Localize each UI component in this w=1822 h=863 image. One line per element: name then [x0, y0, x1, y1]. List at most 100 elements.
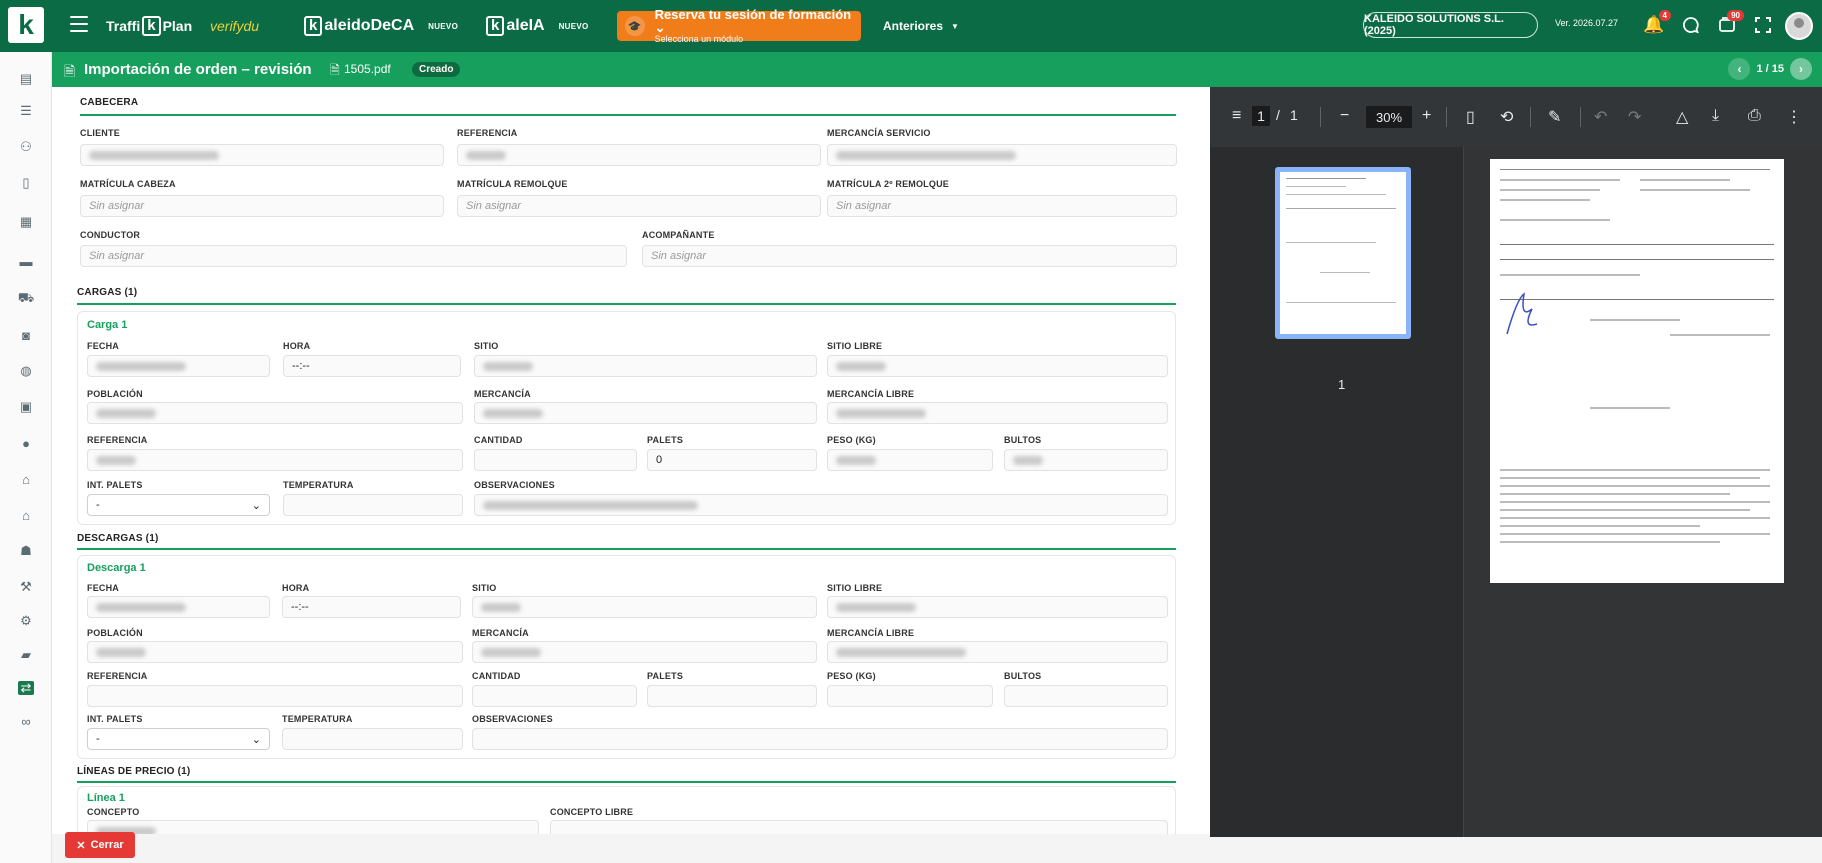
matricula-cabeza-field[interactable]: Sin asignar: [80, 195, 444, 217]
mercancia-field[interactable]: [474, 402, 817, 424]
avatar[interactable]: [1785, 12, 1813, 40]
sitio-libre-field[interactable]: [827, 355, 1168, 377]
import-active-icon[interactable]: ⇄: [18, 680, 34, 695]
folder-icon[interactable]: ▬: [18, 254, 34, 269]
cantidad-field[interactable]: [472, 685, 637, 707]
close-button[interactable]: ✕ Cerrar: [65, 832, 135, 858]
next-record-button[interactable]: ›: [1790, 58, 1812, 80]
sitio-field[interactable]: [474, 355, 817, 377]
users-icon[interactable]: ●: [18, 436, 34, 451]
mercancia-servicio-field[interactable]: [827, 144, 1177, 166]
page-line: [1500, 485, 1770, 487]
coins-icon[interactable]: ◍: [18, 363, 34, 378]
hamburger-icon[interactable]: [70, 16, 88, 32]
document-icon[interactable]: ▯: [18, 175, 34, 190]
print-icon[interactable]: ⎙: [1748, 107, 1761, 125]
zoom-in-icon[interactable]: +: [1422, 107, 1431, 125]
acompanante-field[interactable]: Sin asignar: [642, 245, 1177, 267]
int-palets-label: INT. PALETS: [87, 480, 143, 490]
warehouse-icon[interactable]: ⌂: [18, 472, 34, 487]
list-icon[interactable]: ☰: [18, 103, 34, 118]
pdf-menu-icon[interactable]: ≡: [1232, 107, 1241, 125]
page-line: [1500, 469, 1770, 471]
page-thumbnail[interactable]: [1275, 167, 1411, 339]
referencia-field[interactable]: [457, 144, 821, 166]
kaleia-new-badge: NUEVO: [558, 21, 589, 31]
gear-settings-icon[interactable]: ⚒: [18, 579, 34, 594]
int-palets-select[interactable]: - ⌄: [87, 494, 270, 516]
linea-title: Línea 1: [87, 792, 125, 804]
zoom-input[interactable]: 30%: [1366, 106, 1412, 128]
page-line: [1640, 189, 1750, 191]
bultos-field[interactable]: [1004, 685, 1168, 707]
matricula-2-remolque-field[interactable]: Sin asignar: [827, 195, 1177, 217]
poblacion-field[interactable]: [87, 641, 463, 663]
referencia-field[interactable]: [87, 685, 463, 707]
tasks-icon[interactable]: 90: [1716, 10, 1744, 36]
undo-icon[interactable]: ↶: [1594, 107, 1607, 127]
anteriores-dropdown[interactable]: Anteriores ▼: [883, 0, 959, 52]
garage-icon[interactable]: ⌂: [18, 508, 34, 523]
cantidad-field[interactable]: [474, 449, 637, 471]
zoom-out-icon[interactable]: −: [1340, 107, 1349, 125]
palets-field[interactable]: 0: [647, 449, 817, 471]
more-options-icon[interactable]: ⋮: [1786, 107, 1802, 127]
fullscreen-icon[interactable]: [1752, 14, 1774, 36]
training-promo-button[interactable]: 🎓 Reserva tu sesión de formación ⌄ Selec…: [617, 8, 861, 44]
invoice-icon[interactable]: ▦: [18, 214, 34, 229]
concepto-libre-label: CONCEPTO LIBRE: [550, 807, 634, 817]
temperatura-label: TEMPERATURA: [282, 714, 353, 724]
mercancia-field[interactable]: [472, 641, 817, 663]
download-icon[interactable]: ⤓: [1712, 107, 1719, 125]
network-icon[interactable]: ⚇: [18, 139, 34, 154]
file-name[interactable]: 1505.pdf: [344, 62, 391, 76]
open-folder-icon[interactable]: ▰: [18, 647, 34, 662]
sitio-field[interactable]: [472, 596, 817, 618]
draw-icon[interactable]: ✎: [1548, 107, 1561, 127]
verifydu-link[interactable]: verifydu: [210, 0, 259, 52]
chat-icon[interactable]: [1680, 14, 1702, 36]
fit-page-icon[interactable]: ▯: [1466, 107, 1475, 127]
temperatura-field[interactable]: [282, 728, 463, 750]
prev-record-button[interactable]: ‹: [1728, 58, 1751, 80]
hora-field[interactable]: --:--: [283, 355, 461, 377]
kaleia-link[interactable]: k ale IA NUEVO: [484, 0, 589, 52]
bell-icon[interactable]: 🔔 4: [1643, 10, 1671, 36]
truck-icon[interactable]: ⛟: [18, 290, 34, 306]
int-palets-select[interactable]: - ⌄: [87, 728, 270, 750]
fecha-field[interactable]: [87, 596, 270, 618]
pdf-page-input[interactable]: 1: [1252, 106, 1270, 126]
conductor-field[interactable]: Sin asignar: [80, 245, 627, 267]
deca-link[interactable]: k aleido DeCA NUEVO: [302, 0, 458, 52]
peso-field[interactable]: [827, 449, 993, 471]
database-icon[interactable]: ▤: [18, 71, 34, 86]
bultos-field[interactable]: [1004, 449, 1168, 471]
redo-icon[interactable]: ↷: [1628, 107, 1641, 127]
trafficplan-link[interactable]: Traffi k Plan: [106, 0, 192, 52]
link-icon[interactable]: ∞: [18, 714, 34, 729]
sitio-libre-field[interactable]: [827, 596, 1168, 618]
peso-field[interactable]: [827, 685, 993, 707]
poblacion-field[interactable]: [87, 402, 463, 424]
wallet-icon[interactable]: ◙: [18, 328, 34, 343]
thumbnail-page-number: 1: [1338, 377, 1346, 392]
mercancia-libre-field[interactable]: [827, 641, 1168, 663]
observaciones-field[interactable]: [474, 494, 1168, 516]
referencia-field[interactable]: [87, 449, 463, 471]
version-label: Ver. 2026.07.27: [1555, 18, 1619, 28]
cliente-field[interactable]: [80, 144, 444, 166]
temperatura-field[interactable]: [283, 494, 463, 516]
hora-field[interactable]: --:--: [282, 596, 461, 618]
kaleido-logo[interactable]: k: [8, 7, 44, 43]
gear-icon[interactable]: ⚙: [18, 613, 34, 628]
calculator-icon[interactable]: ▣: [18, 399, 34, 414]
save-to-drive-icon[interactable]: △: [1676, 107, 1688, 127]
fecha-field[interactable]: [87, 355, 270, 377]
company-selector[interactable]: KALEIDO SOLUTIONS S.L. (2025): [1363, 12, 1538, 38]
matricula-remolque-field[interactable]: Sin asignar: [457, 195, 821, 217]
robot-icon[interactable]: ☗: [18, 543, 34, 558]
mercancia-libre-field[interactable]: [827, 402, 1168, 424]
rotate-icon[interactable]: ⟲: [1500, 107, 1513, 127]
palets-field[interactable]: [647, 685, 817, 707]
observaciones-field[interactable]: [472, 728, 1168, 750]
